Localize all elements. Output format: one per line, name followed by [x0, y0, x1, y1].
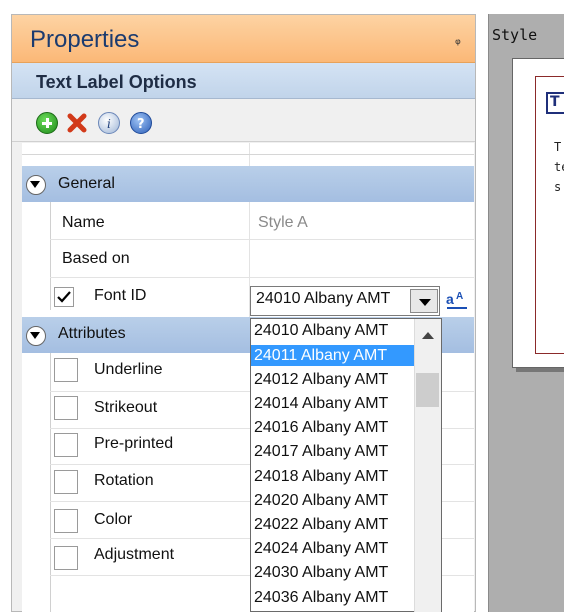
font-option[interactable]: 24030 Albany AMT: [254, 562, 414, 583]
info-icon[interactable]: i: [98, 112, 120, 134]
attribute-label: Pre-printed: [94, 435, 174, 452]
collapse-general-icon[interactable]: [26, 175, 46, 195]
font-option[interactable]: 24022 Albany AMT: [254, 514, 414, 535]
adjustment-checkbox[interactable]: [54, 546, 78, 570]
options-title: Text Label Options: [36, 72, 197, 92]
font-id-label: Font ID: [94, 287, 147, 304]
font-browse-icon[interactable]: a A: [444, 287, 470, 313]
row-divider: [50, 277, 474, 278]
attribute-label: Underline: [94, 361, 163, 378]
category-general-label: General: [58, 175, 115, 192]
canvas-text-line: s: [554, 180, 562, 194]
dropdown-scrollbar[interactable]: [414, 319, 441, 612]
chevron-down-icon[interactable]: [410, 289, 438, 313]
indent-line: [50, 202, 51, 310]
font-option[interactable]: 24020 Albany AMT: [254, 490, 414, 511]
name-label: Name: [62, 214, 105, 231]
font-option[interactable]: 24010 Albany AMT: [254, 320, 414, 341]
canvas-text-line: T: [554, 140, 562, 154]
label-border: [535, 76, 564, 354]
based-on-value[interactable]: [252, 242, 472, 276]
delete-icon[interactable]: [66, 112, 88, 134]
scrollbar-thumb[interactable]: [416, 373, 439, 407]
font-option[interactable]: 24016 Albany AMT: [254, 417, 414, 438]
canvas-title: Style: [492, 26, 538, 44]
font-option[interactable]: 24024 Albany AMT: [254, 538, 414, 559]
font-option-highlighted[interactable]: 24011 Albany AMT: [251, 345, 417, 366]
attribute-label: Rotation: [94, 472, 154, 489]
color-checkbox[interactable]: [54, 509, 78, 533]
scroll-up-icon[interactable]: [414, 319, 441, 353]
based-on-label: Based on: [62, 250, 130, 267]
category-attributes-label: Attributes: [58, 325, 126, 342]
font-id-checkbox[interactable]: [54, 287, 74, 307]
underline-checkbox[interactable]: [54, 358, 78, 382]
pre-printed-checkbox[interactable]: [54, 433, 78, 457]
font-option[interactable]: 24012 Albany AMT: [254, 369, 414, 390]
attribute-label: Adjustment: [94, 546, 175, 563]
svg-text:?: ?: [137, 117, 145, 132]
row-divider: [50, 239, 474, 240]
name-value[interactable]: Style A: [258, 214, 308, 232]
font-option[interactable]: 24036 Albany AMT: [254, 587, 414, 608]
attribute-label: Color: [94, 511, 133, 528]
font-id-selected: 24010 Albany AMT: [256, 290, 391, 307]
text-badge: T: [546, 92, 564, 114]
font-option[interactable]: 24017 Albany AMT: [254, 441, 414, 462]
svg-text:A: A: [456, 291, 463, 302]
collapse-attributes-icon[interactable]: [26, 326, 46, 346]
checkmark-icon: [57, 291, 71, 303]
grid-header-line: [22, 154, 474, 155]
svg-text:a: a: [446, 291, 454, 307]
font-option[interactable]: 24018 Albany AMT: [254, 466, 414, 487]
pin-icon[interactable]: ᵩ: [455, 32, 461, 48]
grid-column-divider: [249, 143, 250, 167]
help-icon[interactable]: ?: [130, 112, 152, 134]
font-option[interactable]: 24014 Albany AMT: [254, 393, 414, 414]
attribute-label: Strikeout: [94, 399, 158, 416]
rotation-checkbox[interactable]: [54, 470, 78, 494]
strikeout-checkbox[interactable]: [54, 396, 78, 420]
svg-text:i: i: [107, 117, 111, 131]
add-icon[interactable]: [36, 112, 58, 134]
panel-title: Properties: [30, 26, 140, 53]
canvas-text-line: te: [554, 160, 564, 174]
